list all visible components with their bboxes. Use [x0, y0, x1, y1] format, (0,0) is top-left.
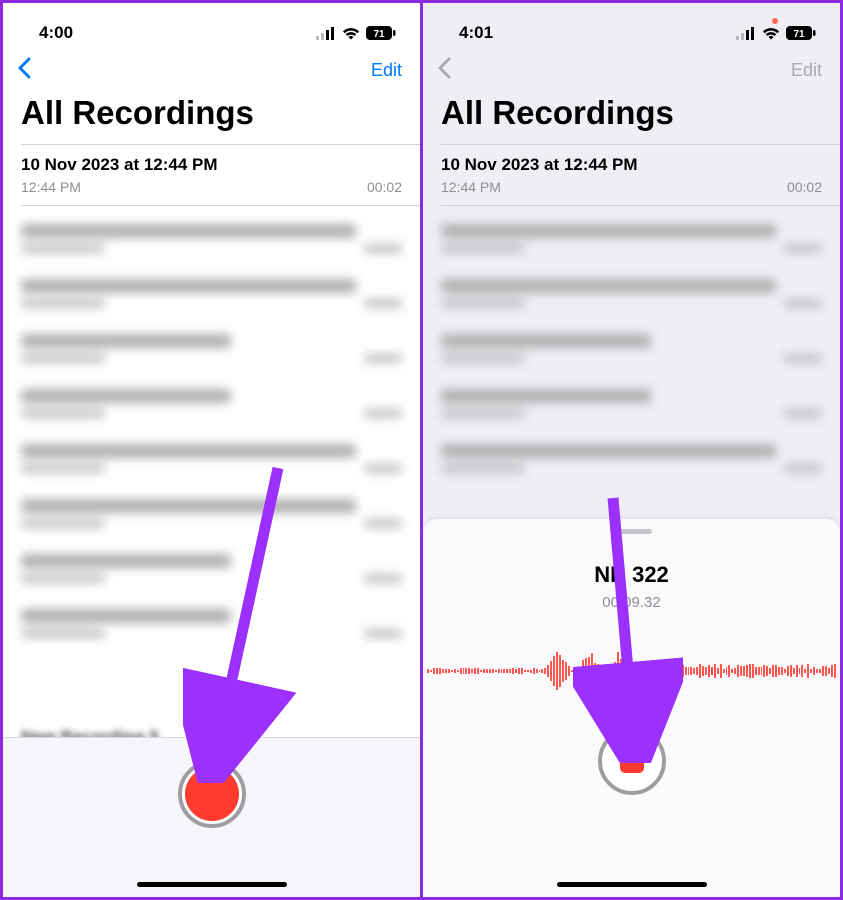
record-indicator-circle-icon [185, 767, 239, 821]
sheet-grabber[interactable] [612, 529, 652, 534]
cellular-icon [736, 27, 756, 40]
phone-left: 4:00 71 Edit All Recordings 10 Nov 2023 … [3, 3, 423, 897]
back-button[interactable] [17, 57, 31, 84]
sheet-elapsed-time: 00:09.32 [602, 594, 660, 611]
wifi-icon [342, 27, 360, 40]
stop-button[interactable] [598, 727, 666, 795]
recording-duration: 00:02 [787, 179, 822, 195]
bottom-tray [3, 737, 420, 897]
nav-row: Edit [3, 51, 420, 94]
status-icons: 71 [316, 26, 396, 40]
cellular-icon [316, 27, 336, 40]
status-time: 4:01 [459, 23, 493, 43]
recordings-list-blurred [423, 206, 840, 503]
back-button[interactable] [437, 57, 451, 84]
recording-duration: 00:02 [367, 179, 402, 195]
edit-button[interactable]: Edit [791, 60, 822, 81]
svg-text:71: 71 [373, 29, 385, 40]
nav-row: Edit [423, 51, 840, 94]
recording-title: 10 Nov 2023 at 12:44 PM [21, 155, 402, 175]
page-title: All Recordings [3, 94, 420, 144]
recordings-list-blurred [3, 206, 420, 668]
chevron-left-icon [17, 57, 31, 79]
stop-indicator-square-icon [620, 749, 644, 773]
status-bar: 4:00 71 [3, 3, 420, 51]
recording-sheet[interactable]: NH 322 00:09.32 [423, 519, 840, 897]
status-bar: 4:01 71 [423, 3, 840, 51]
chevron-left-icon [437, 57, 451, 79]
svg-text:71: 71 [793, 29, 805, 40]
recording-dot-icon [772, 18, 778, 24]
status-icons: 71 [736, 26, 816, 40]
battery-icon: 71 [366, 26, 396, 40]
wifi-icon [762, 27, 780, 40]
edit-button[interactable]: Edit [371, 60, 402, 81]
recording-item[interactable]: 10 Nov 2023 at 12:44 PM 12:44 PM 00:02 [3, 145, 420, 205]
recording-title: 10 Nov 2023 at 12:44 PM [441, 155, 822, 175]
waveform[interactable] [423, 643, 840, 699]
recording-time: 12:44 PM [441, 179, 501, 195]
record-button[interactable] [178, 760, 246, 828]
page-title: All Recordings [423, 94, 840, 144]
home-indicator[interactable] [137, 882, 287, 887]
sheet-recording-title: NH 322 [594, 562, 669, 588]
home-indicator[interactable] [557, 882, 707, 887]
phone-right: 4:01 71 Edit All Recordings 10 Nov 2023 … [423, 3, 840, 897]
status-time: 4:00 [39, 23, 73, 43]
recording-item[interactable]: 10 Nov 2023 at 12:44 PM 12:44 PM 00:02 [423, 145, 840, 205]
recording-time: 12:44 PM [21, 179, 81, 195]
battery-icon: 71 [786, 26, 816, 40]
